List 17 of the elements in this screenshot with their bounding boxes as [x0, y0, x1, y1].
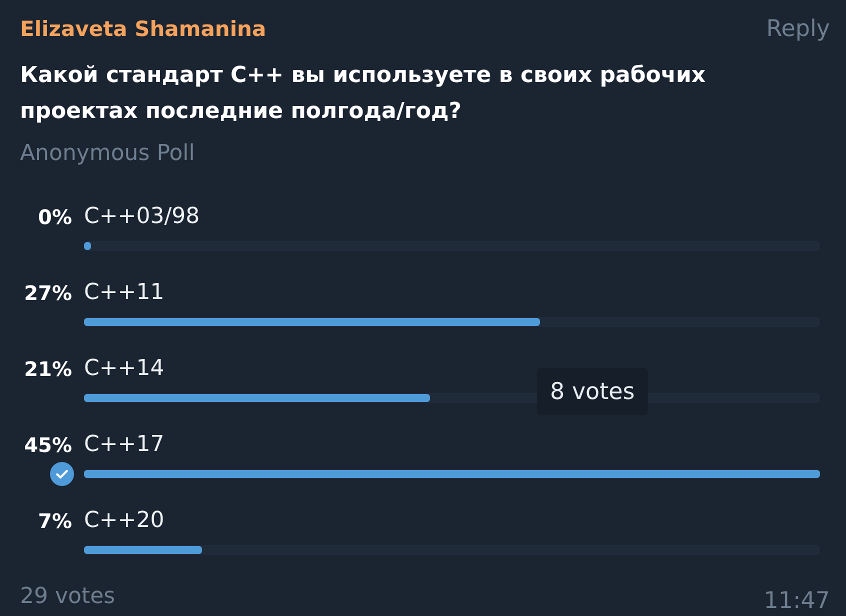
- option-label: C++03/98: [84, 203, 200, 231]
- option-percent: 21%: [24, 356, 72, 383]
- votes-tooltip: 8 votes: [537, 368, 648, 415]
- option-label: C++17: [84, 431, 164, 459]
- option-label: C++14: [84, 355, 164, 383]
- poll-type: Anonymous Poll: [20, 140, 195, 168]
- option-label: C++11: [84, 279, 164, 307]
- vote-count: 29 votes: [20, 583, 116, 611]
- option-percent: 7%: [38, 508, 72, 535]
- option-percent: 0%: [38, 204, 72, 231]
- sender-name: Elizaveta Shamanina: [20, 16, 266, 43]
- reply-link[interactable]: Reply: [766, 14, 830, 44]
- option-percent: 27%: [24, 280, 72, 307]
- poll-question: Какой стандарт C++ вы используете в своих рабочих проектах последние полгода/год?: [20, 62, 707, 126]
- message-time: 11:47: [764, 587, 830, 616]
- option-label: C++20: [84, 507, 164, 535]
- option-percent: 45%: [24, 432, 72, 459]
